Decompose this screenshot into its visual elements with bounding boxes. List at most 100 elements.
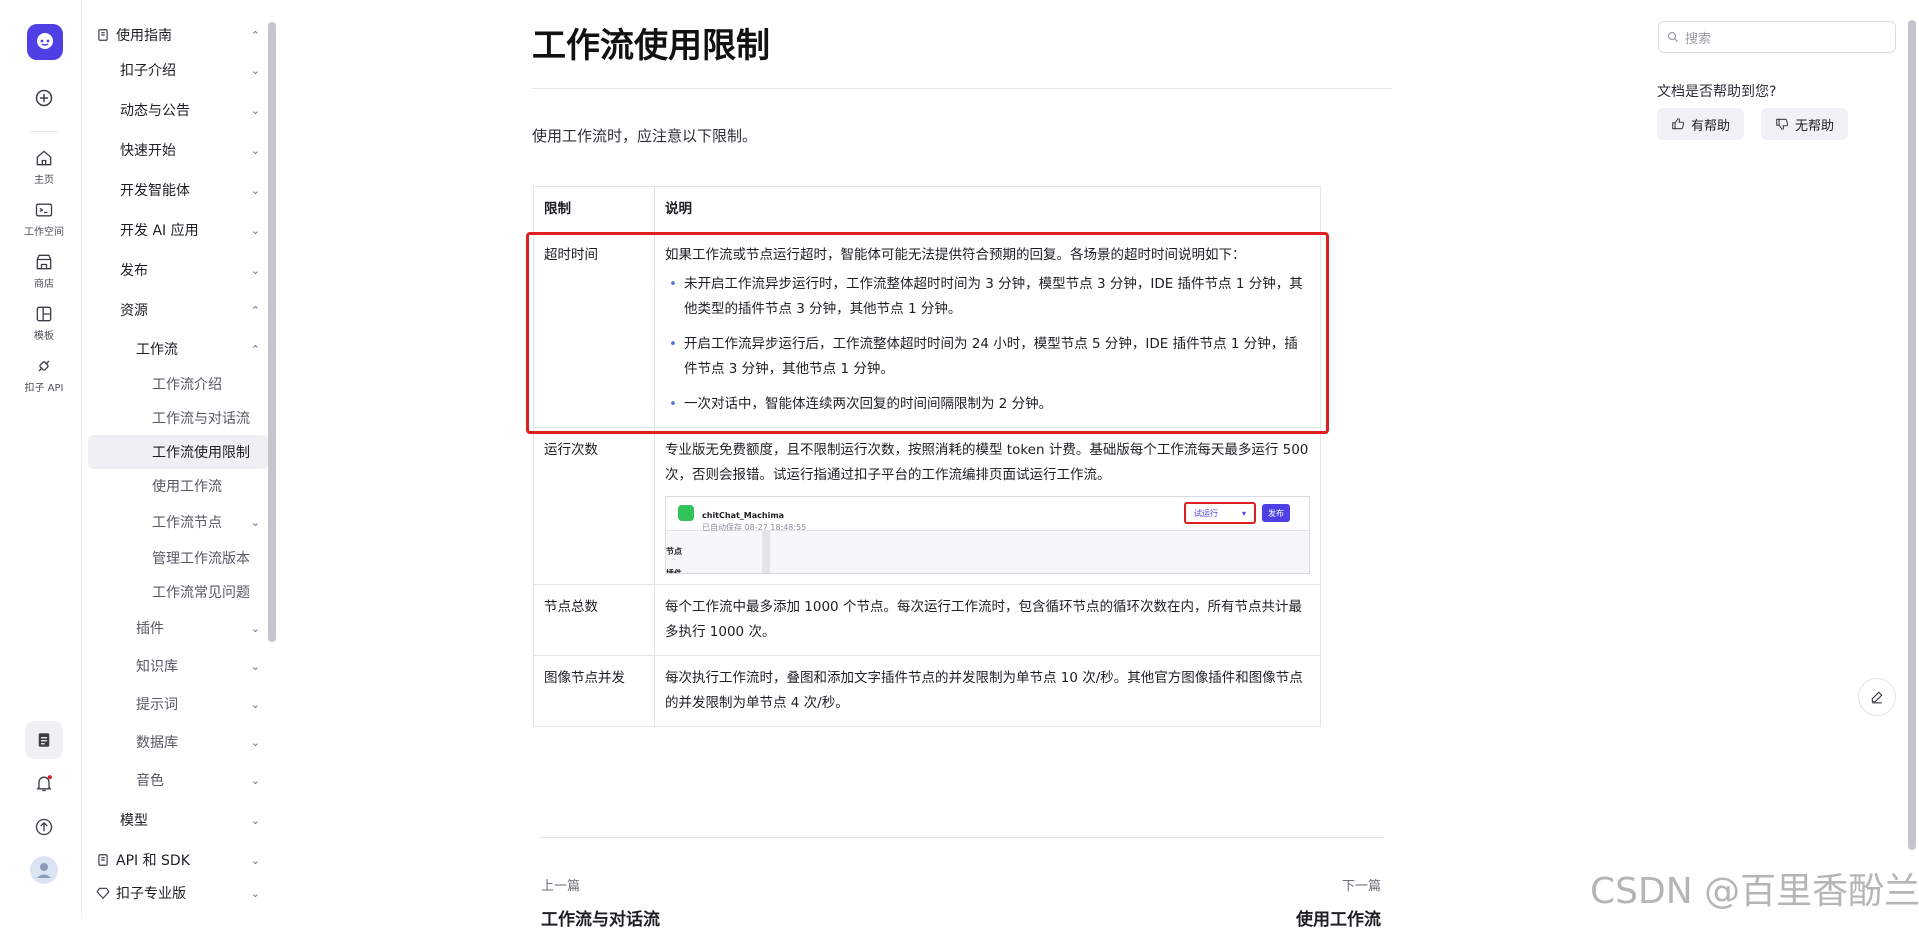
document-icon: [38, 733, 50, 747]
nav-item[interactable]: 工作流介绍: [152, 367, 268, 401]
nav-item[interactable]: 发布 ⌄: [120, 253, 268, 287]
rail-label: 主页: [34, 175, 54, 186]
main-content: 工作流使用限制 使用工作流时，应注意以下限制。 限制 说明 超时时间 如果工作流…: [282, 0, 1882, 930]
limit-desc: 专业版无免费额度，且不限制运行次数，按照消耗的模型 token 计费。基础版每个…: [654, 427, 1321, 585]
chevron-up-icon: ⌃: [250, 342, 260, 356]
table-header: 说明: [654, 186, 1321, 233]
helpful-button[interactable]: 有帮助: [1657, 108, 1745, 140]
nav-label: 模型: [120, 813, 148, 829]
chevron-down-icon: ⌄: [250, 63, 260, 77]
nav-item-resources[interactable]: 资源 ⌃: [120, 293, 268, 327]
nav-item[interactable]: 音色 ⌄: [136, 763, 268, 797]
chevron-down-icon: ⌄: [250, 143, 260, 157]
nav-item[interactable]: 开发智能体 ⌄: [120, 173, 268, 207]
page-scrollbar[interactable]: [1908, 20, 1916, 850]
helpful-label: 有帮助: [1691, 118, 1731, 134]
nav-item[interactable]: 数据库 ⌄: [136, 725, 268, 759]
search-icon: [1667, 31, 1678, 42]
rail-item-home[interactable]: 主页: [16, 148, 72, 186]
nav-label: 工作流与对话流: [152, 411, 250, 427]
chevron-down-icon: ⌄: [250, 621, 260, 635]
limit-desc: 每次执行工作流时，叠图和添加文字插件节点的并发限制为单节点 10 次/秒。其他官…: [654, 655, 1321, 727]
docs-nav: 使用指南 ⌃ 扣子介绍 ⌄ 动态与公告 ⌄ 快速开始 ⌄ 开发智能体 ⌄ 开发 AI 应…: [82, 0, 282, 919]
nav-item[interactable]: 模型 ⌄: [120, 803, 268, 837]
app-logo[interactable]: [27, 24, 63, 60]
icon-rail: 主页 工作空间 商店 模板 扣子 API: [0, 0, 82, 919]
rail-item-template[interactable]: 模板: [16, 304, 72, 342]
book-icon: [98, 854, 108, 866]
nav-item[interactable]: 扣子介绍 ⌄: [120, 53, 268, 87]
notifications-button[interactable]: [25, 764, 63, 802]
nav-label: 发布: [120, 263, 148, 279]
limit-name: 运行次数: [533, 427, 655, 585]
nav-label: 扣子介绍: [120, 63, 176, 79]
chevron-down-icon: ⌄: [250, 183, 260, 197]
upgrade-button[interactable]: [25, 808, 63, 846]
plus-circle-icon: [35, 89, 53, 107]
footer-divider: [539, 837, 1384, 838]
search-placeholder: 搜索: [1685, 31, 1712, 47]
nav-item[interactable]: 动态与公告 ⌄: [120, 93, 268, 127]
nav-label: 插件: [136, 621, 164, 637]
nav-item[interactable]: 快速开始 ⌄: [120, 133, 268, 167]
nav-label: 工作流节点: [152, 515, 222, 531]
nav-section-pro[interactable]: 扣子专业版 ⌄: [96, 876, 268, 910]
runs-desc: 专业版无免费额度，且不限制运行次数，按照消耗的模型 token 计费。基础版每个…: [665, 442, 1309, 483]
nav-item[interactable]: 工作流常见问题: [152, 575, 268, 609]
next-label: 下一篇: [1342, 879, 1382, 894]
nav-item[interactable]: 工作流与对话流: [152, 401, 268, 435]
docs-button[interactable]: [25, 721, 63, 759]
nav-label: 扣子专业版: [116, 886, 186, 902]
nav-section-api[interactable]: API 和 SDK ⌄: [96, 843, 268, 877]
table-row: 图像节点并发 每次执行工作流时，叠图和添加文字插件节点的并发限制为单节点 10 …: [533, 655, 1321, 727]
limit-name: 节点总数: [533, 584, 655, 656]
rail-item-api[interactable]: 扣子 API: [16, 356, 72, 394]
search-input[interactable]: 搜索: [1658, 21, 1896, 53]
table-row: 节点总数 每个工作流中最多添加 1000 个节点。每次运行工作流时，包含循环节点…: [533, 584, 1321, 656]
chevron-down-icon: ⌄: [250, 813, 260, 827]
rail-label: 工作空间: [24, 227, 64, 238]
nav-item-workflow[interactable]: 工作流 ⌃: [136, 332, 268, 366]
edit-button[interactable]: [1858, 678, 1896, 716]
nav-label: 工作流介绍: [152, 377, 222, 393]
nav-item[interactable]: 提示词 ⌄: [136, 687, 268, 721]
avatar[interactable]: [25, 851, 63, 889]
diamond-icon: [96, 887, 110, 900]
not-helpful-button[interactable]: 无帮助: [1761, 108, 1849, 140]
nav-label: 动态与公告: [120, 103, 190, 119]
chevron-down-icon: ⌄: [250, 223, 260, 237]
book-icon: [98, 29, 108, 41]
user-avatar-icon: [30, 856, 58, 884]
nav-item[interactable]: 管理工作流版本: [152, 541, 268, 575]
nav-item-active[interactable]: 工作流使用限制: [88, 435, 268, 469]
coze-logo-icon: [37, 33, 53, 49]
caret-down-icon: ▾: [1241, 508, 1246, 518]
nav-label: API 和 SDK: [116, 853, 190, 869]
terminal-icon: [35, 203, 53, 217]
nav-section-guide[interactable]: 使用指南 ⌃: [96, 18, 268, 52]
thumbs-down-icon: [1776, 118, 1789, 130]
rail-label: 扣子 API: [24, 383, 64, 394]
create-button[interactable]: [16, 88, 72, 111]
chevron-up-icon: ⌃: [250, 303, 260, 317]
nav-item[interactable]: 开发 AI 应用 ⌄: [120, 213, 268, 247]
chevron-down-icon: ⌄: [250, 773, 260, 787]
nav-scrollbar[interactable]: [268, 22, 276, 642]
workflow-app-icon: [678, 505, 694, 521]
nav-item[interactable]: 插件 ⌄: [136, 611, 268, 645]
arrow-up-circle-icon: [35, 818, 53, 836]
nav-item[interactable]: 知识库 ⌄: [136, 649, 268, 683]
next-page-link[interactable]: 使用工作流: [1296, 905, 1381, 930]
table-header-row: 限制 说明: [533, 186, 1321, 233]
page-title: 工作流使用限制: [532, 26, 770, 66]
chevron-up-icon: ⌃: [250, 28, 260, 42]
rail-item-workspace[interactable]: 工作空间: [16, 200, 72, 238]
rail-item-store[interactable]: 商店: [16, 252, 72, 290]
bell-icon: [36, 775, 52, 792]
nav-item[interactable]: 使用工作流: [152, 469, 268, 503]
prev-page-link[interactable]: 工作流与对话流: [541, 905, 660, 930]
store-icon: [36, 254, 52, 270]
nav-item[interactable]: 工作流节点 ⌄: [152, 505, 268, 539]
nav-label: 开发 AI 应用: [120, 223, 199, 239]
chevron-down-icon: ⌄: [250, 659, 260, 673]
